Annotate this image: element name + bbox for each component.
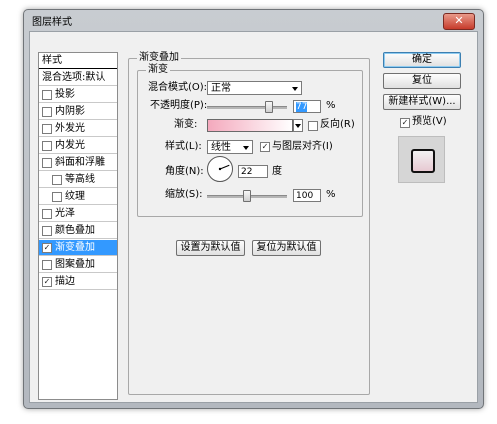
reset-button[interactable]: 复位	[383, 73, 461, 89]
opacity-value: 77	[296, 102, 308, 112]
sidebar-item[interactable]: ✓ 渐变叠加	[39, 240, 117, 256]
preview-label: 预览(V)	[412, 116, 447, 127]
reverse-checkbox[interactable]	[308, 121, 318, 131]
blend-mode-select[interactable]: 正常	[207, 81, 302, 95]
checkbox-icon[interactable]	[42, 158, 52, 168]
checkbox-icon[interactable]	[52, 175, 62, 185]
gradient-overlay-group: 渐变叠加 渐变 混合模式(O): 正常 不透明度(P): 77 % 渐变: 反向…	[128, 52, 370, 395]
close-icon: ✕	[454, 14, 464, 27]
gradient-dropdown-button[interactable]	[293, 119, 303, 132]
opacity-label: 不透明度(P):	[150, 100, 208, 111]
blend-mode-value: 正常	[211, 83, 231, 94]
scale-unit: %	[326, 189, 336, 200]
opacity-unit: %	[326, 100, 336, 111]
opacity-input[interactable]: 77	[293, 100, 321, 113]
set-default-button[interactable]: 设置为默认值	[176, 240, 245, 256]
new-style-button[interactable]: 新建样式(W)...	[383, 94, 461, 110]
checkbox-icon[interactable]	[42, 260, 52, 270]
sidebar-item[interactable]: 光泽	[39, 206, 117, 222]
sidebar-item-label: 光泽	[55, 208, 75, 219]
angle-value: 22	[241, 167, 253, 177]
reverse-label: 反向(R)	[320, 119, 355, 130]
style-list: 样式 混合选项:默认 投影 内阴影 外发光 内发光 斜面和浮雕 等高线 纹理 光泽 颜色叠加 ✓ 渐变叠…	[38, 52, 118, 400]
sidebar-item[interactable]: 图案叠加	[39, 257, 117, 273]
angle-dial-graphic	[218, 164, 230, 171]
group-title: 渐变叠加	[137, 52, 181, 64]
checkbox-checked-icon[interactable]: ✓	[42, 277, 52, 287]
ok-button[interactable]: 确定	[383, 52, 461, 68]
sidebar-item[interactable]: 混合选项:默认	[39, 70, 117, 86]
preview-checkbox[interactable]: ✓	[400, 118, 410, 128]
sidebar-item[interactable]: 外发光	[39, 121, 117, 137]
scale-label: 缩放(S):	[165, 189, 203, 200]
dropdown-arrow-icon	[295, 124, 301, 128]
style-select[interactable]: 线性	[207, 140, 253, 154]
gradient-picker[interactable]	[207, 119, 293, 132]
scale-input[interactable]: 100	[293, 189, 321, 202]
slider-thumb-icon[interactable]	[264, 101, 273, 113]
dropdown-arrow-icon	[292, 87, 298, 91]
sidebar-item[interactable]: 投影	[39, 87, 117, 103]
sidebar-item[interactable]: ✓ 描边	[39, 274, 117, 290]
checkbox-icon[interactable]	[42, 124, 52, 134]
checkbox-icon[interactable]	[42, 209, 52, 219]
gradient-subgroup: 渐变 混合模式(O): 正常 不透明度(P): 77 % 渐变: 反向(R) 样…	[137, 64, 363, 217]
sidebar-item-label: 斜面和浮雕	[55, 157, 105, 168]
scale-value: 100	[296, 191, 314, 201]
blend-mode-label: 混合模式(O):	[148, 82, 208, 93]
opacity-slider-track[interactable]	[207, 106, 287, 109]
sidebar-item[interactable]: 颜色叠加	[39, 223, 117, 239]
sidebar-item-label: 内发光	[55, 140, 85, 151]
angle-input[interactable]: 22	[238, 165, 268, 178]
checkbox-icon[interactable]	[52, 192, 62, 202]
style-preview	[398, 136, 445, 183]
dialog-client: 样式 混合选项:默认 投影 内阴影 外发光 内发光 斜面和浮雕 等高线 纹理 光泽 颜色叠加 ✓ 渐变叠…	[29, 31, 478, 403]
sidebar-item-label: 纹理	[65, 191, 85, 202]
style-preview-swatch	[411, 149, 435, 173]
sidebar-item-label: 描边	[55, 276, 75, 287]
dropdown-arrow-icon	[243, 146, 249, 150]
align-with-layer-label: 与图层对齐(I)	[272, 141, 333, 152]
sidebar-item[interactable]: 样式	[39, 53, 117, 69]
sidebar-item-label: 外发光	[55, 123, 85, 134]
sidebar-item-label: 等高线	[65, 174, 95, 185]
slider-thumb-icon[interactable]	[243, 190, 251, 202]
checkbox-icon[interactable]	[42, 107, 52, 117]
align-with-layer-checkbox[interactable]: ✓	[260, 142, 270, 152]
reset-default-button[interactable]: 复位为默认值	[252, 240, 321, 256]
dialog-window: 图层样式 ✕ 样式混合选项:默认投影内阴影外发光内发光斜面和浮雕等高线纹理光泽颜…	[23, 9, 484, 409]
sidebar-item[interactable]: 纹理	[39, 189, 117, 205]
window-title: 图层样式	[32, 17, 72, 28]
angle-dial-icon[interactable]	[207, 156, 233, 182]
sidebar-item[interactable]: 等高线	[39, 172, 117, 188]
sidebar-item[interactable]: 内阴影	[39, 104, 117, 120]
subgroup-title: 渐变	[146, 64, 170, 76]
sidebar-item-label: 样式	[42, 55, 62, 66]
gradient-label: 渐变:	[174, 119, 198, 130]
checkbox-icon[interactable]	[42, 226, 52, 236]
checkbox-checked-icon[interactable]: ✓	[42, 243, 52, 253]
style-value: 线性	[211, 142, 231, 153]
sidebar-item-label: 颜色叠加	[55, 225, 95, 236]
sidebar-item-label: 内阴影	[55, 106, 85, 117]
checkbox-icon[interactable]	[42, 90, 52, 100]
close-button[interactable]: ✕	[443, 13, 475, 30]
sidebar-item[interactable]: 内发光	[39, 138, 117, 154]
angle-label: 角度(N):	[165, 166, 204, 177]
sidebar-item-label: 混合选项:默认	[42, 72, 106, 83]
sidebar-item-label: 投影	[55, 89, 75, 100]
checkbox-icon[interactable]	[42, 141, 52, 151]
sidebar-item-label: 图案叠加	[55, 259, 95, 270]
sidebar-item-label: 渐变叠加	[55, 242, 95, 253]
sidebar-item[interactable]: 斜面和浮雕	[39, 155, 117, 171]
angle-unit: 度	[272, 166, 282, 177]
style-label: 样式(L):	[165, 141, 202, 152]
